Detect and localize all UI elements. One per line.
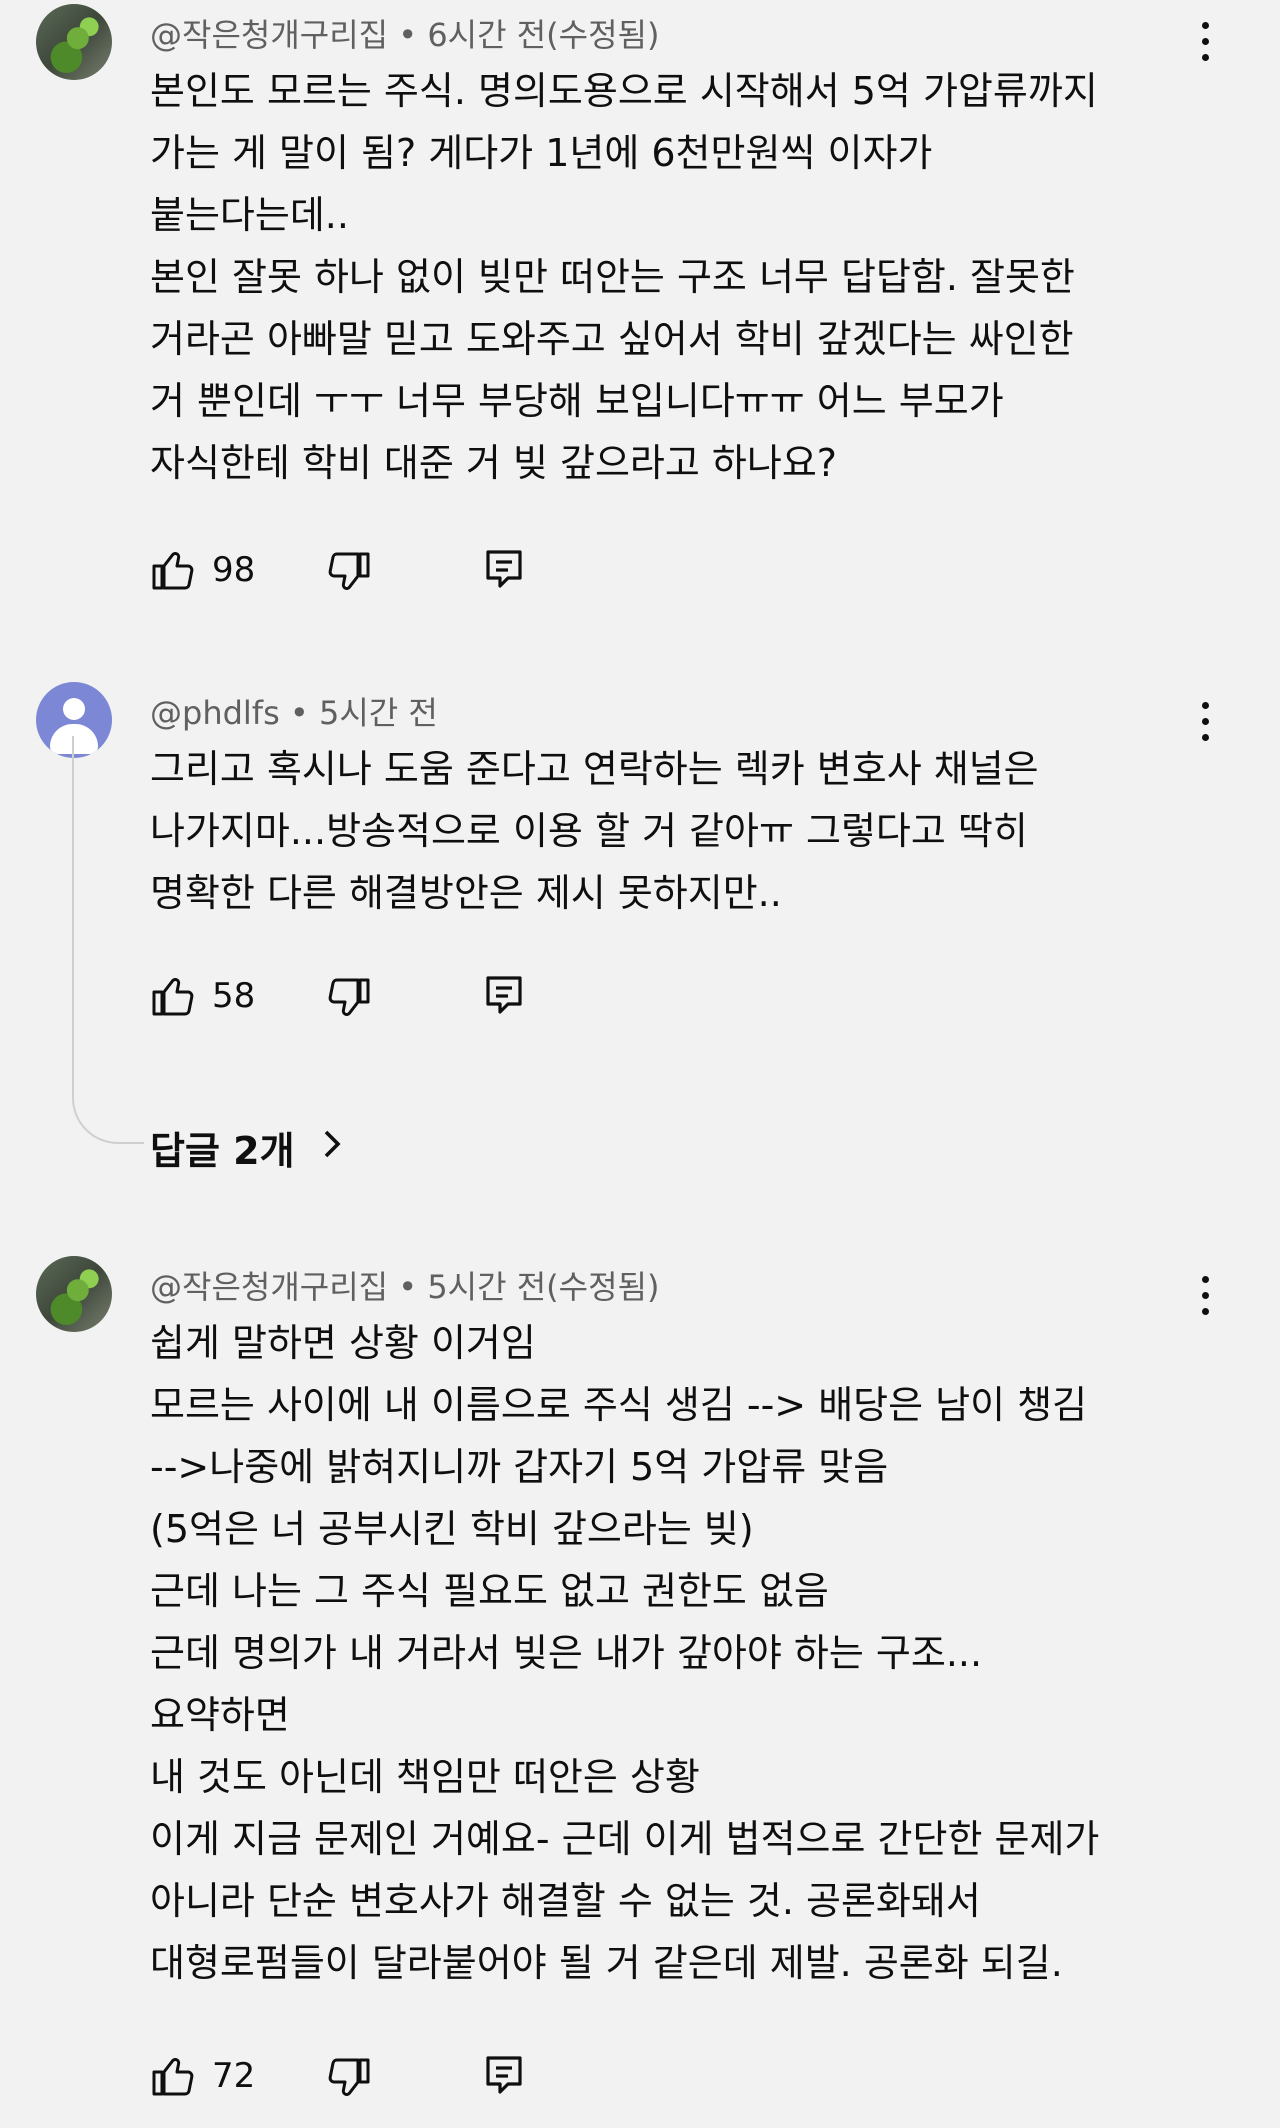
- replies-toggle[interactable]: 답글 2개: [150, 1120, 341, 1175]
- comment-line: 쉽게 말하면 상황 이거임: [150, 1321, 536, 1365]
- like-count: 58: [212, 976, 256, 1016]
- comment-line: 나가지마...방송적으로 이용 할 거 같아ㅠ 그렇다고 딱히: [150, 809, 1028, 853]
- comment-line: 대형로펌들이 달라붙어야 될 거 같은데 제발. 공론화 되길.: [150, 1941, 1063, 1985]
- comment-line: 가는 게 말이 됨? 게다가 1년에 6천만원씩 이자가: [150, 131, 933, 175]
- default-user-avatar[interactable]: [36, 682, 112, 758]
- comment-line: 근데 명의가 내 거라서 빚은 내가 갚아야 하는 구조...: [150, 1631, 983, 1675]
- comment-meta: @작은청개구리집 • 6시간 전(수정됨): [150, 10, 659, 56]
- like-count: 72: [212, 2056, 256, 2096]
- frog-avatar[interactable]: [36, 4, 112, 80]
- frog-avatar[interactable]: [36, 1256, 112, 1332]
- comment-text: 쉽게 말하면 상황 이거임 모르는 사이에 내 이름으로 주식 생김 --> 배…: [150, 1312, 1200, 1994]
- reply-icon[interactable]: [482, 2052, 526, 2100]
- comment-line: 요약하면: [150, 1693, 290, 1737]
- comment-line: -->나중에 밝혀지니까 갑자기 5억 가압류 맞음: [150, 1445, 889, 1489]
- meta-separator: •: [289, 694, 309, 732]
- replies-label: 답글 2개: [150, 1129, 295, 1173]
- comment-time: 6시간 전(수정됨): [427, 16, 660, 54]
- thread-line: [72, 736, 74, 1096]
- comment-text: 본인도 모르는 주식. 명의도용으로 시작해서 5억 가압류까지 가는 게 말이…: [150, 60, 1200, 494]
- thumbs-down-icon[interactable]: [324, 548, 372, 596]
- comment-line: 모르는 사이에 내 이름으로 주식 생김 --> 배당은 남이 챙김: [150, 1383, 1088, 1427]
- comment-line: 본인도 모르는 주식. 명의도용으로 시작해서 5억 가압류까지: [150, 69, 1098, 113]
- comment-line: 근데 나는 그 주식 필요도 없고 권한도 없음: [150, 1569, 829, 1613]
- comment-line: 내 것도 아닌데 책임만 떠안은 상황: [150, 1755, 700, 1799]
- reply-icon[interactable]: [482, 546, 526, 594]
- thumbs-up-icon[interactable]: [150, 546, 198, 594]
- comment-line: 자식한테 학비 대준 거 빚 갚으라고 하나요?: [150, 441, 837, 485]
- like-count: 98: [212, 550, 256, 590]
- thumbs-up-icon[interactable]: [150, 2052, 198, 2100]
- thread-connector: [72, 1056, 144, 1144]
- comment-line: 붙는다는데..: [150, 193, 349, 237]
- comment-line: 이게 지금 문제인 거예요- 근데 이게 법적으로 간단한 문제가: [150, 1817, 1100, 1861]
- author-name[interactable]: @작은청개구리집: [150, 1268, 388, 1306]
- reply-icon[interactable]: [482, 972, 526, 1020]
- meta-separator: •: [398, 16, 418, 54]
- comment-time: 5시간 전(수정됨): [427, 1268, 660, 1306]
- comment-meta: @작은청개구리집 • 5시간 전(수정됨): [150, 1262, 659, 1308]
- comment-actions: 58: [150, 972, 550, 1022]
- more-options-icon[interactable]: [1188, 18, 1224, 66]
- thumbs-down-icon[interactable]: [324, 974, 372, 1022]
- comment-line: (5억은 너 공부시킨 학비 갚으라는 빚): [150, 1507, 754, 1551]
- comment-line: 본인 잘못 하나 없이 빚만 떠안는 구조 너무 답답함. 잘못한: [150, 255, 1075, 299]
- comment-time: 5시간 전: [318, 694, 438, 732]
- comment-line: 아니라 단순 변호사가 해결할 수 없는 것. 공론화돼서: [150, 1879, 981, 1923]
- comment-line: 거라곤 아빠말 믿고 도와주고 싶어서 학비 갚겠다는 싸인한: [150, 317, 1074, 361]
- comment-text: 그리고 혹시나 도움 준다고 연락하는 렉카 변호사 채널은 나가지마...방송…: [150, 738, 1200, 924]
- chevron-right-icon: [324, 1130, 341, 1158]
- comment-line: 그리고 혹시나 도움 준다고 연락하는 렉카 변호사 채널은: [150, 747, 1039, 791]
- comment-line: 명확한 다른 해결방안은 제시 못하지만..: [150, 871, 782, 915]
- comment-line: 거 뿐인데 ㅜㅜ 너무 부당해 보입니다ㅠㅠ 어느 부모가: [150, 379, 1004, 423]
- comment-actions: 98: [150, 546, 550, 596]
- author-name[interactable]: @phdlfs: [150, 694, 280, 732]
- comment-meta: @phdlfs • 5시간 전: [150, 688, 438, 734]
- author-name[interactable]: @작은청개구리집: [150, 16, 388, 54]
- thumbs-up-icon[interactable]: [150, 972, 198, 1020]
- comment-actions: 72: [150, 2052, 550, 2102]
- meta-separator: •: [398, 1268, 418, 1306]
- thumbs-down-icon[interactable]: [324, 2054, 372, 2102]
